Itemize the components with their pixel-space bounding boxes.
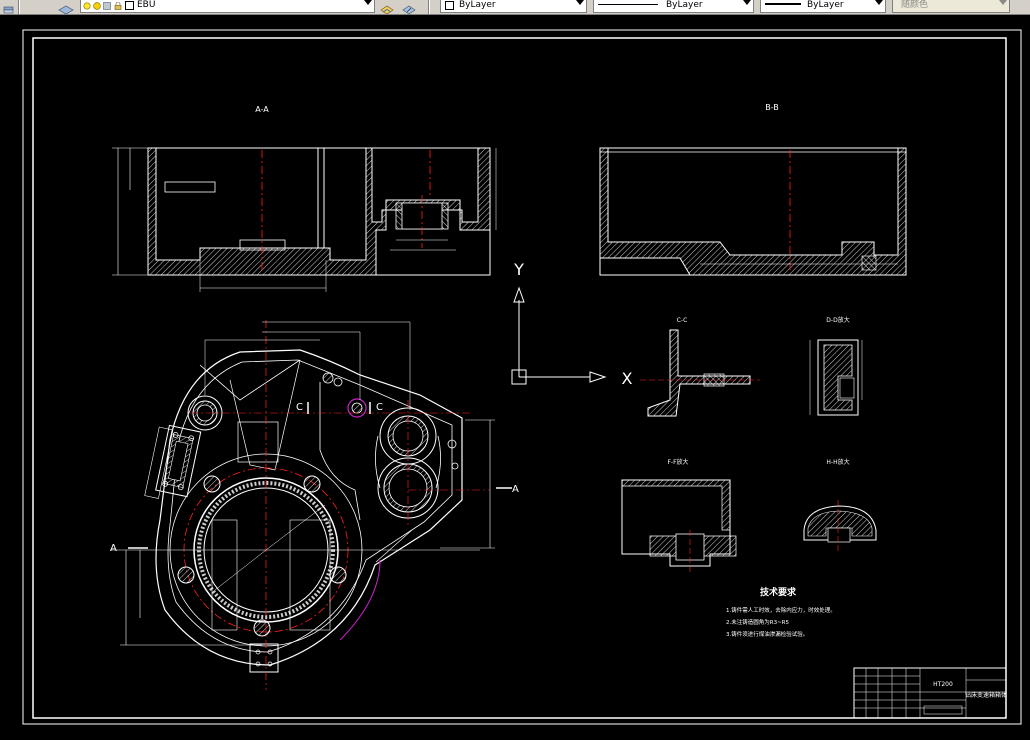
tech-note-2: 2.未注铸造圆角为R3~R5 [726,618,789,626]
cut-a-left-label: A [110,543,117,554]
section-view-aa: A-A [112,105,497,292]
plotstyle-dropdown[interactable]: 随颜色 [892,0,1010,13]
lineweight-dropdown[interactable]: ByLayer [760,0,886,13]
ucs-icon: Y X [511,260,633,388]
section-view-cc: C-C [640,317,760,417]
chevron-down-icon[interactable] [364,0,372,5]
lineweight-preview [765,3,801,5]
layer-dropdown[interactable]: EBU [80,0,375,13]
layer-name: EBU [137,0,156,10]
layer-stack-icon[interactable] [58,0,74,14]
toolbar-end-cap [1014,0,1030,14]
view-aa-label: A-A [255,105,269,114]
viewport-freeze-icon [103,1,112,14]
ucs-y-label: Y [513,260,524,279]
layer-color-swatch [125,1,134,10]
linetype-preview [598,4,658,5]
cut-a-right-label: A [512,484,519,495]
chevron-down-icon[interactable] [743,0,751,5]
linetype-dropdown[interactable]: ByLayer [593,0,754,13]
title-block-material: HT200 [933,681,953,688]
sun-icon [93,1,101,14]
color-value: ByLayer [459,0,496,10]
lightbulb-icon [83,1,91,14]
linetype-value: ByLayer [666,0,703,10]
detail-d-label: D-D放大 [826,316,849,324]
drawing-svg: A-A B-B Y X A A C C C-C D-D放大 F-F放大 H-H放… [22,29,1022,725]
section-view-bb: B-B [599,103,907,276]
title-block-name: 钻床变速箱箱体 [965,691,1007,699]
cut-c-right-label: C [376,402,383,413]
tech-title: 技术要求 [760,586,797,598]
ucs-x-label: X [622,369,633,388]
lock-icon [114,1,122,14]
technical-requirements: 技术要求 1.铸件需人工时效，去除内应力，时效处理。 2.未注铸造圆角为R3~R… [726,586,836,638]
layer-manager-icon[interactable] [3,0,14,14]
plan-view: A A C C [110,320,519,690]
detail-view-d: D-D放大 [809,316,863,416]
detail-view-h: H-H放大 [803,458,877,552]
toolbar-separator [428,0,430,14]
color-dropdown[interactable]: ByLayer [440,0,587,13]
plotstyle-value: 随颜色 [901,0,929,10]
detail-f-label: F-F放大 [667,458,688,466]
color-swatch [445,1,454,10]
title-block: HT200 钻床变速箱箱体 [853,667,1007,719]
toolbar-separator [18,0,20,14]
layer-previous-icon[interactable] [402,0,416,14]
make-object-layer-current-icon[interactable] [380,0,394,14]
lineweight-value: ByLayer [807,0,844,10]
chevron-down-icon[interactable] [999,0,1007,5]
model-space-canvas[interactable]: A-A B-B Y X A A C C C-C D-D放大 F-F放大 H-H放… [0,15,1030,736]
chevron-down-icon[interactable] [576,0,584,5]
cut-c-left-label: C [296,402,303,413]
tech-note-1: 1.铸件需人工时效，去除内应力，时效处理。 [726,606,836,614]
detail-h-label: H-H放大 [826,458,849,466]
chevron-down-icon[interactable] [875,0,883,5]
detail-view-f: F-F放大 [621,458,737,575]
section-cc-label: C-C [677,317,688,324]
tech-note-3: 3.铸件须进行煤油渗漏检验试验。 [726,630,808,638]
view-bb-label: B-B [765,103,779,112]
properties-toolbar: EBU ByLayer ByLayer ByLayer 随颜色 [0,0,1030,15]
